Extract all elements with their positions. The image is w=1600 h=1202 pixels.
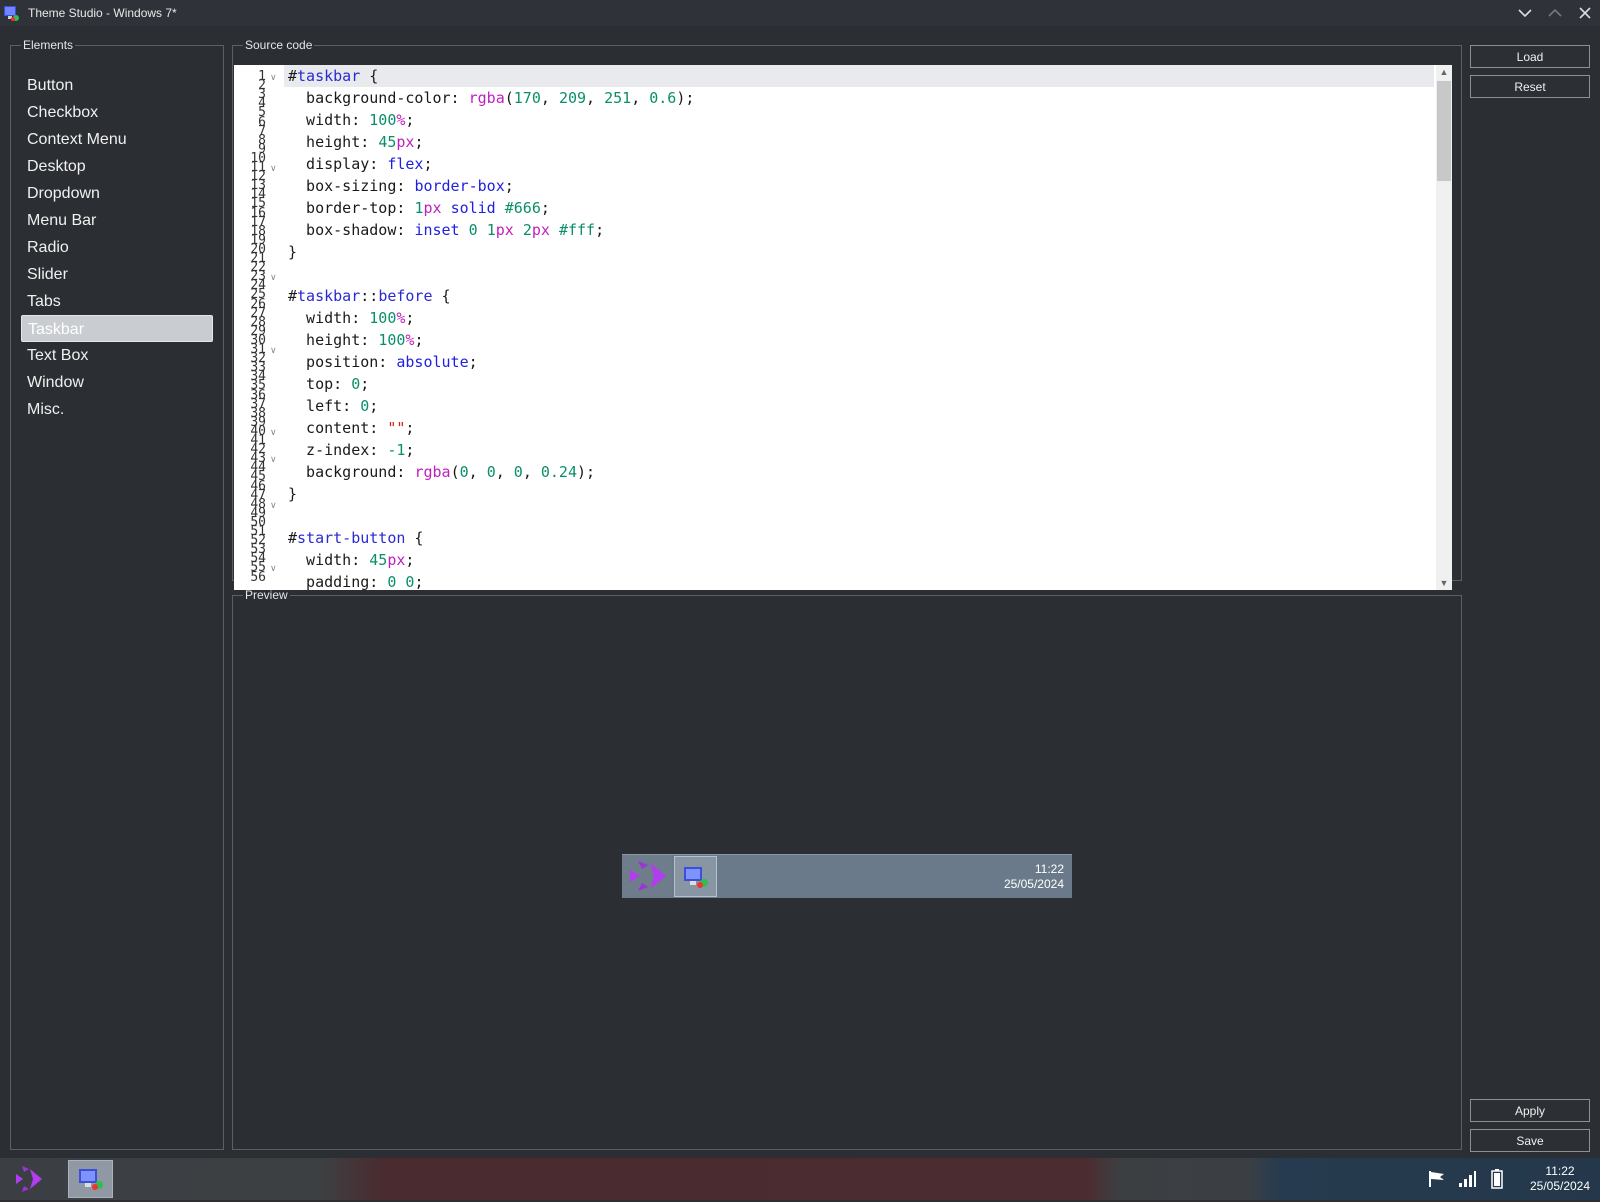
code-line[interactable]: height: 45px;	[284, 131, 1434, 153]
apply-button[interactable]: Apply	[1470, 1099, 1590, 1122]
signal-icon[interactable]	[1456, 1168, 1478, 1190]
code-line[interactable]: height: 100%;	[284, 329, 1434, 351]
preview-legend: Preview	[245, 588, 288, 602]
preview-date: 25/05/2024	[1003, 877, 1064, 891]
source-code-panel: Source code 1 2 3 4 5 6 7 8 9 10 11 12 13 14 15 16 17 18 1…	[232, 38, 1462, 590]
flag-icon[interactable]	[1426, 1168, 1448, 1190]
maximize-button[interactable]	[1540, 0, 1570, 26]
element-item-radio[interactable]: Radio	[21, 234, 213, 261]
element-item-tabs[interactable]: Tabs	[21, 288, 213, 315]
code-line[interactable]: width: 100%;	[284, 307, 1434, 329]
element-item-context-menu[interactable]: Context Menu	[21, 126, 213, 153]
elements-legend: Elements	[23, 38, 74, 52]
element-item-menu-bar[interactable]: Menu Bar	[21, 207, 213, 234]
system-tray: 11:22 25/05/2024	[1422, 1158, 1600, 1200]
element-item-slider[interactable]: Slider	[21, 261, 213, 288]
arrows-start-icon	[16, 1166, 42, 1192]
os-clock[interactable]: 11:22 25/05/2024	[1520, 1164, 1600, 1194]
app-icon	[2, 4, 20, 22]
code-line[interactable]: width: 45px;	[284, 549, 1434, 571]
element-item-taskbar[interactable]: Taskbar	[21, 315, 213, 342]
code-editor[interactable]: 1 2 3 4 5 6 7 8 9 10 11 12 13 14 15 16 17 18 19 20 21 22 23 24 2…	[234, 65, 1452, 590]
code-line[interactable]: position: absolute;	[284, 351, 1434, 373]
element-item-desktop[interactable]: Desktop	[21, 153, 213, 180]
fold-toggle-icon[interactable]: ∨	[270, 272, 277, 283]
code-line[interactable]: top: 0;	[284, 373, 1434, 395]
element-item-window[interactable]: Window	[21, 369, 213, 396]
load-button[interactable]: Load	[1470, 45, 1590, 68]
code-line[interactable]	[284, 263, 1434, 285]
computer-monitor-icon	[79, 1169, 103, 1190]
save-button[interactable]: Save	[1470, 1129, 1590, 1152]
code-line[interactable]: #taskbar {	[284, 65, 1434, 87]
code-area[interactable]: #taskbar { background-color: rgba(170, 2…	[284, 65, 1434, 590]
fold-toggle-icon[interactable]: ∨	[270, 454, 277, 465]
fold-toggle-icon[interactable]: ∨	[270, 427, 277, 438]
code-line[interactable]: }	[284, 483, 1434, 505]
line-number: 56	[250, 569, 266, 585]
code-line[interactable]: background-color: rgba(170, 209, 251, 0.…	[284, 87, 1434, 109]
code-line[interactable]: #taskbar::before {	[284, 285, 1434, 307]
code-line[interactable]: z-index: -1;	[284, 439, 1434, 461]
fold-toggle-icon[interactable]: ∨	[270, 500, 277, 511]
element-item-checkbox[interactable]: Checkbox	[21, 99, 213, 126]
code-line[interactable]: left: 0;	[284, 395, 1434, 417]
code-line[interactable]: #start-button {	[284, 527, 1434, 549]
os-taskbar: 11:22 25/05/2024	[0, 1158, 1600, 1200]
preview-taskbar: 11:22 25/05/2024	[622, 854, 1072, 898]
source-code-legend: Source code	[245, 38, 313, 52]
computer-monitor-icon	[684, 867, 708, 888]
code-line[interactable]	[284, 505, 1434, 527]
elements-panel: Elements Button Checkbox Context Menu Deskt…	[10, 38, 224, 1150]
code-line[interactable]: display: flex;	[284, 153, 1434, 175]
preview-app-button[interactable]	[674, 856, 717, 897]
reset-button[interactable]: Reset	[1470, 75, 1590, 98]
code-line[interactable]: background: rgba(0, 0, 0, 0.24);	[284, 461, 1434, 483]
code-line[interactable]: border-top: 1px solid #666;	[284, 197, 1434, 219]
elements-list: Button Checkbox Context Menu Desktop Dropdow…	[21, 72, 213, 423]
minimize-button[interactable]	[1510, 0, 1540, 26]
preview-start-button[interactable]	[622, 855, 672, 898]
fold-toggle-icon[interactable]: ∨	[270, 163, 277, 174]
fold-toggle-icon[interactable]: ∨	[270, 563, 277, 574]
os-date: 25/05/2024	[1529, 1179, 1591, 1193]
os-app-button[interactable]	[68, 1160, 113, 1198]
code-line[interactable]: box-sizing: border-box;	[284, 175, 1434, 197]
preview-time: 11:22	[1034, 862, 1064, 876]
preview-clock: 11:22 25/05/2024	[1004, 862, 1064, 892]
arrows-start-icon	[630, 861, 666, 891]
code-line[interactable]: content: "";	[284, 417, 1434, 439]
title-bar: Theme Studio - Windows 7*	[0, 0, 1600, 26]
code-line[interactable]: }	[284, 241, 1434, 263]
chevron-down-icon	[1518, 9, 1532, 18]
scroll-up-icon[interactable]: ▲	[1436, 65, 1452, 79]
os-time: 11:22	[1545, 1164, 1575, 1178]
fold-toggle-icon[interactable]: ∨	[270, 345, 277, 356]
code-line[interactable]: width: 100%;	[284, 109, 1434, 131]
element-item-button[interactable]: Button	[21, 72, 213, 99]
window-title: Theme Studio - Windows 7*	[28, 6, 177, 20]
chevron-up-icon	[1548, 8, 1562, 17]
os-start-button[interactable]	[10, 1163, 50, 1195]
close-icon	[1579, 7, 1591, 19]
element-item-text-box[interactable]: Text Box	[21, 342, 213, 369]
battery-icon[interactable]	[1486, 1168, 1508, 1190]
fold-toggle-icon[interactable]: ∨	[270, 72, 277, 83]
element-item-dropdown[interactable]: Dropdown	[21, 180, 213, 207]
element-item-misc[interactable]: Misc.	[21, 396, 213, 423]
code-line[interactable]: box-shadow: inset 0 1px 2px #fff;	[284, 219, 1434, 241]
line-number-gutter: 1 2 3 4 5 6 7 8 9 10 11 12 13 14 15 16 17 18 19 20 21 22 23 24 2…	[234, 65, 282, 590]
scrollbar-thumb[interactable]	[1437, 81, 1451, 181]
vertical-scrollbar[interactable]: ▲ ▼	[1436, 65, 1452, 590]
close-button[interactable]	[1570, 0, 1600, 26]
